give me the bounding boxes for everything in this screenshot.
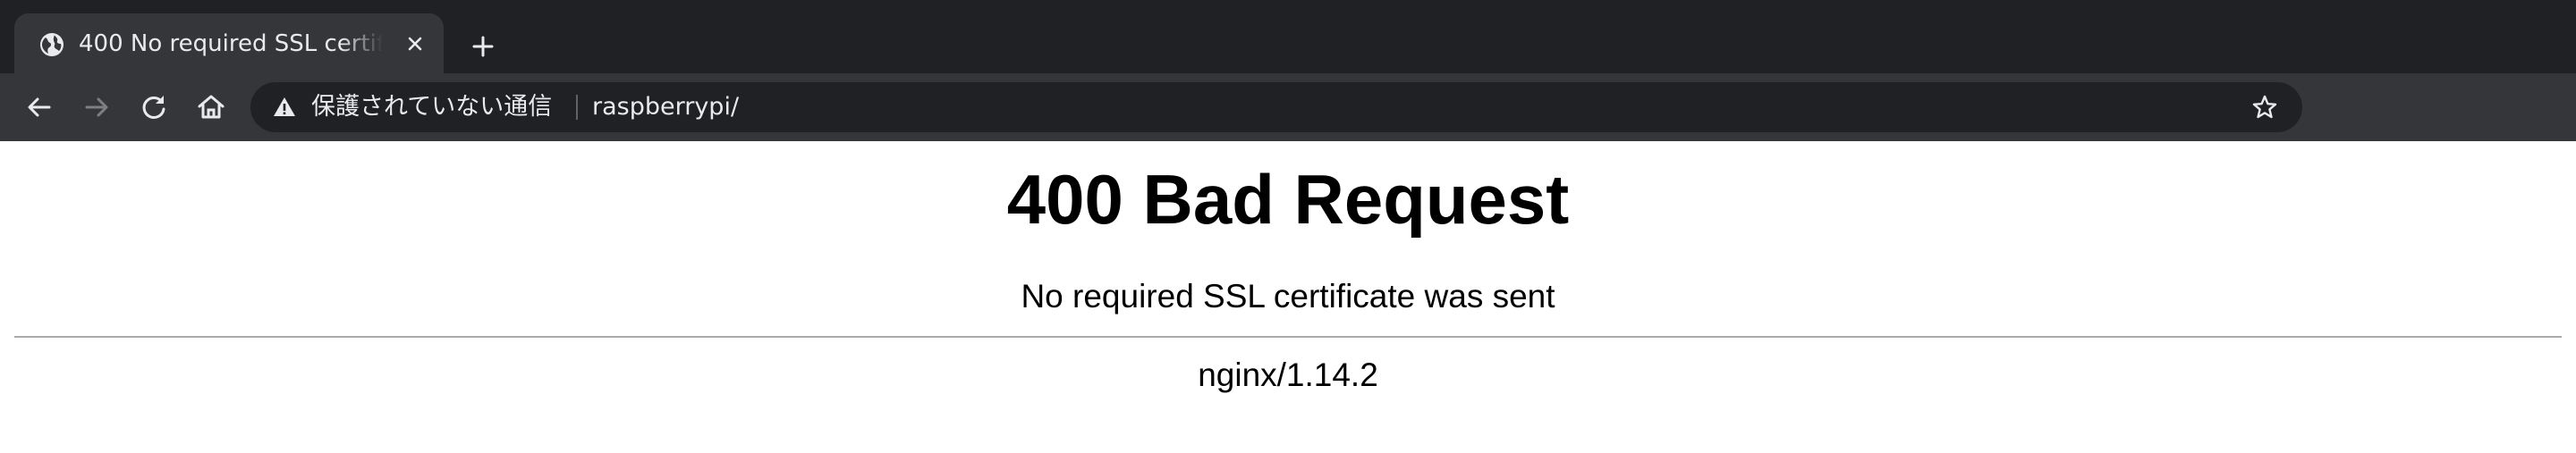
reload-icon[interactable] [134, 88, 174, 127]
warning-triangle-icon[interactable] [272, 95, 297, 120]
url-text[interactable]: raspberrypi/ [592, 82, 739, 132]
star-icon[interactable] [2250, 93, 2279, 122]
omnibox[interactable]: 保護されていない通信 raspberrypi/ [250, 82, 2302, 132]
divider [14, 336, 2562, 338]
toolbar: 保護されていない通信 raspberrypi/ [0, 73, 2576, 141]
page-title: 400 Bad Request [1006, 160, 1570, 239]
error-message: No required SSL certificate was sent [1021, 278, 1555, 315]
home-icon[interactable] [191, 88, 231, 127]
page-content: 400 Bad Request No required SSL certific… [0, 141, 2576, 453]
arrow-left-icon[interactable] [20, 88, 59, 127]
server-signature: nginx/1.14.2 [1198, 357, 1378, 393]
close-icon[interactable] [401, 29, 429, 58]
tab-strip: 400 No required SSL certificate was sent [0, 0, 2576, 73]
security-status-label[interactable]: 保護されていない通信 [311, 82, 552, 132]
arrow-right-icon[interactable] [77, 88, 116, 127]
active-tab[interactable]: 400 No required SSL certificate was sent [14, 13, 444, 73]
omnibox-divider [576, 95, 578, 120]
tab-title: 400 No required SSL certificate was sent [79, 30, 383, 57]
globe-icon [38, 30, 66, 59]
plus-icon[interactable] [465, 29, 501, 64]
